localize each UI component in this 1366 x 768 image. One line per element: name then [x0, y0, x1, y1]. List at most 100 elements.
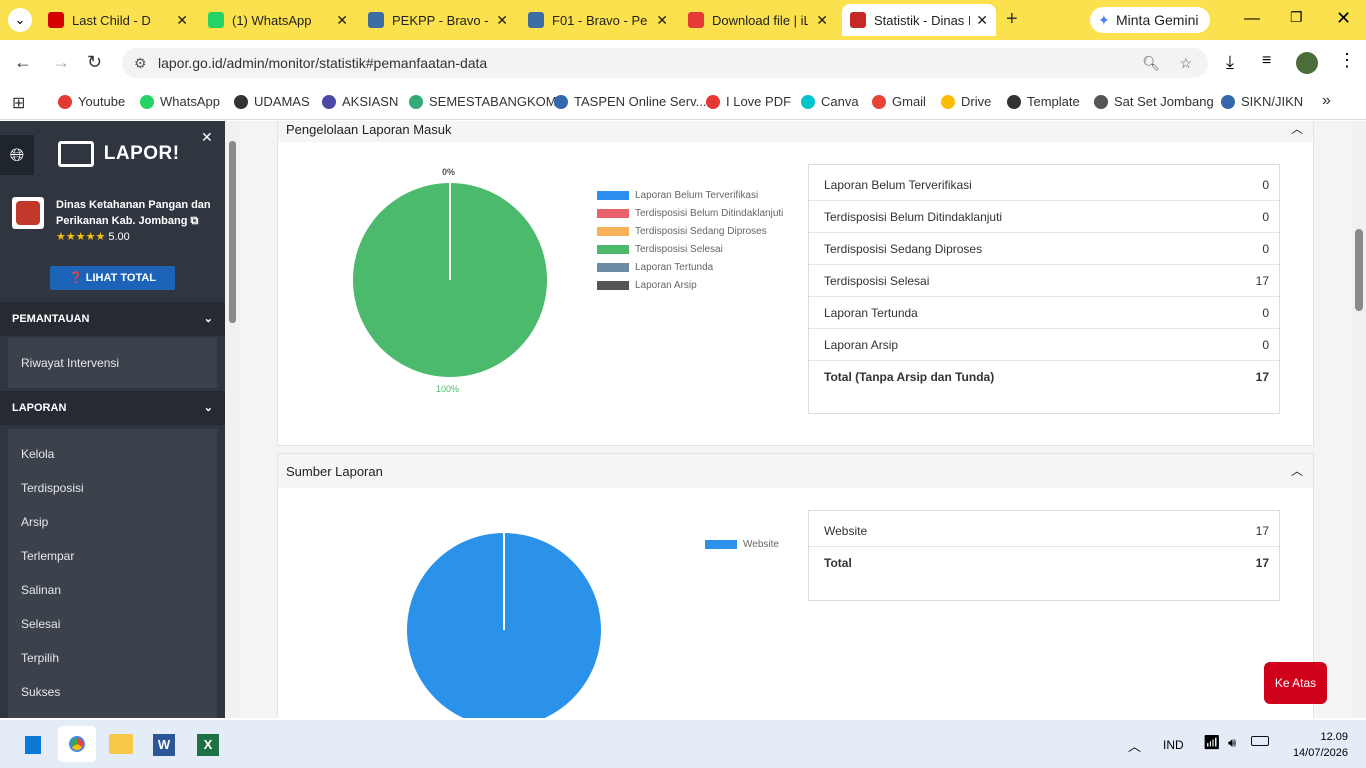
row-label: Laporan Tertunda [824, 305, 918, 320]
minimize-button[interactable]: — [1244, 10, 1260, 28]
word-icon[interactable]: W [153, 734, 175, 756]
chevron-down-icon: ⌄ [203, 402, 213, 414]
bookmark-item[interactable]: Template [1007, 94, 1080, 109]
sidebar-menu-item[interactable]: Terdisposisi [8, 471, 217, 505]
forward-button[interactable]: → [52, 52, 70, 73]
more-bookmarks-icon[interactable]: » [1322, 92, 1331, 110]
site-info-icon[interactable]: ⚙ [134, 48, 147, 78]
apps-icon[interactable]: ⊞ [12, 93, 25, 113]
lihat-total-label: LIHAT TOTAL [85, 272, 157, 284]
section-laporan[interactable]: LAPORAN ⌄ [0, 391, 225, 425]
legend-item[interactable]: Laporan Belum Terverifikasi [597, 186, 783, 204]
sidebar-menu-item[interactable]: Kelola [8, 437, 217, 471]
legend-item[interactable]: Website [705, 535, 779, 553]
tab-search-button[interactable]: ⌄ [8, 8, 32, 32]
rating-stars: ★★★★★ [56, 231, 106, 243]
close-tab-icon[interactable]: ✕ [816, 12, 828, 29]
sidebar-menu-item[interactable]: Sukses [8, 675, 217, 709]
back-button[interactable]: ← [14, 52, 32, 73]
maximize-button[interactable]: ❐ [1290, 9, 1303, 26]
bookmark-star-icon[interactable]: ☆ [1179, 48, 1192, 78]
chevron-down-icon: ⌄ [203, 313, 213, 325]
sidebar-menu-item[interactable]: Selesai [8, 607, 217, 641]
browser-tab[interactable]: F01 - Bravo - Per ✕ [520, 4, 676, 36]
ke-atas-button[interactable]: Ke Atas [1264, 662, 1327, 704]
section-pemantauan[interactable]: PEMANTAUAN ⌄ [0, 302, 225, 336]
menu-icon[interactable]: ⋮ [1338, 50, 1356, 71]
close-tab-icon[interactable]: ✕ [336, 12, 348, 29]
close-window-button[interactable]: ✕ [1336, 8, 1351, 29]
legend-item[interactable]: Laporan Tertunda [597, 258, 783, 276]
profile-avatar[interactable] [1296, 52, 1318, 74]
bookmark-item[interactable]: TASPEN Online Serv... [554, 94, 706, 109]
battery-icon[interactable] [1251, 736, 1269, 746]
clock[interactable]: 12.09 14/07/2026 [1288, 729, 1348, 761]
download-icon[interactable]: ⤓ [1226, 52, 1234, 73]
tab-favicon-icon [528, 12, 544, 28]
browser-tab[interactable]: Last Child - D ✕ [40, 4, 196, 36]
bookmark-item[interactable]: Gmail [872, 94, 926, 109]
sidebar-close-icon[interactable]: ✕ [201, 129, 213, 146]
browser-tab[interactable]: PEKPP - Bravo - F ✕ [360, 4, 516, 36]
zoom-icon[interactable]: 🔍︎ [1142, 48, 1160, 78]
close-tab-icon[interactable]: ✕ [976, 12, 988, 29]
bookmark-item[interactable]: WhatsApp [140, 94, 220, 109]
section-pemantauan-label: PEMANTAUAN [12, 313, 90, 325]
close-tab-icon[interactable]: ✕ [656, 12, 668, 29]
sidebar-menu-item[interactable]: Riwayat Intervensi [8, 346, 217, 380]
media-icon[interactable]: ≡ [1262, 52, 1271, 70]
bookmark-item[interactable]: Youtube [58, 94, 125, 109]
legend-swatch [597, 280, 629, 290]
close-tab-icon[interactable]: ✕ [496, 12, 508, 29]
gemini-button[interactable]: ✦ Minta Gemini [1090, 7, 1210, 33]
globe-button[interactable]: 🌐︎ [0, 135, 34, 175]
url-text: lapor.go.id/admin/monitor/statistik#pema… [158, 55, 488, 71]
legend-item[interactable]: Terdisposisi Selesai [597, 240, 783, 258]
reload-button[interactable]: ↻ [87, 52, 102, 73]
close-tab-icon[interactable]: ✕ [176, 12, 188, 29]
legend-item[interactable]: Terdisposisi Sedang Diproses [597, 222, 783, 240]
bookmark-icon [872, 94, 886, 109]
sidebar-menu-item[interactable]: Terlempar [8, 539, 217, 573]
bookmark-item[interactable]: Canva [801, 94, 859, 109]
sidebar-menu-item[interactable]: Salinan [8, 573, 217, 607]
bookmark-item[interactable]: UDAMAS [234, 94, 310, 109]
bookmark-item[interactable]: SIKN/JIKN [1221, 94, 1303, 109]
bookmark-item[interactable]: Sat Set Jombang [1094, 94, 1214, 109]
legend-item[interactable]: Terdisposisi Belum Ditindaklanjuti [597, 204, 783, 222]
excel-icon[interactable]: X [197, 734, 219, 756]
legend-item[interactable]: Laporan Arsip [597, 276, 783, 294]
row-label: Terdisposisi Selesai [824, 273, 930, 288]
collapse-icon[interactable]: ︿ [1291, 462, 1303, 479]
wifi-icon[interactable]: 📶︎ [1203, 734, 1221, 751]
collapse-icon[interactable]: ︿ [1291, 121, 1303, 137]
page-scrollbar[interactable] [1352, 121, 1366, 718]
tray-chevron-icon[interactable]: ︿ [1128, 736, 1141, 755]
browser-tab[interactable]: (1) WhatsApp ✕ [200, 4, 356, 36]
bookmark-item[interactable]: SEMESTABANGKOM [409, 94, 557, 109]
legend-label: Website [743, 538, 779, 550]
bookmark-label: TASPEN Online Serv... [574, 94, 707, 109]
language-indicator[interactable]: IND [1163, 738, 1184, 752]
bookmark-item[interactable]: I Love PDF [706, 94, 791, 109]
org-name-line2: Perikanan Kab. Jombang [56, 215, 188, 227]
sidebar-scrollbar[interactable] [225, 121, 240, 718]
address-bar[interactable]: ⚙ lapor.go.id/admin/monitor/statistik#pe… [122, 48, 1208, 78]
bookmark-item[interactable]: Drive [941, 94, 991, 109]
tab-favicon-icon [368, 12, 384, 28]
chrome-taskbar-icon[interactable] [58, 726, 96, 762]
sidebar-scroll-thumb[interactable] [229, 141, 236, 323]
lihat-total-button[interactable]: ❓ LIHAT TOTAL [50, 266, 175, 290]
sidebar-menu-item[interactable]: Arsip [8, 505, 217, 539]
bookmark-item[interactable]: AKSIASN [322, 94, 398, 109]
sidebar-menu-item[interactable]: Terpilih [8, 641, 217, 675]
org-name[interactable]: Dinas Ketahanan Pangan dan Perikanan Kab… [56, 197, 211, 245]
page-scroll-thumb[interactable] [1355, 229, 1363, 311]
browser-tab[interactable]: Download file | iL ✕ [680, 4, 836, 36]
windows-start-icon[interactable] [21, 734, 43, 756]
browser-tab[interactable]: Statistik - Dinas I ✕ [842, 4, 996, 36]
file-explorer-icon[interactable] [109, 734, 133, 754]
new-tab-button[interactable]: + [1006, 8, 1018, 31]
bookmark-label: SEMESTABANGKOM [429, 94, 557, 109]
volume-icon[interactable]: 🔊︎ [1228, 735, 1236, 751]
